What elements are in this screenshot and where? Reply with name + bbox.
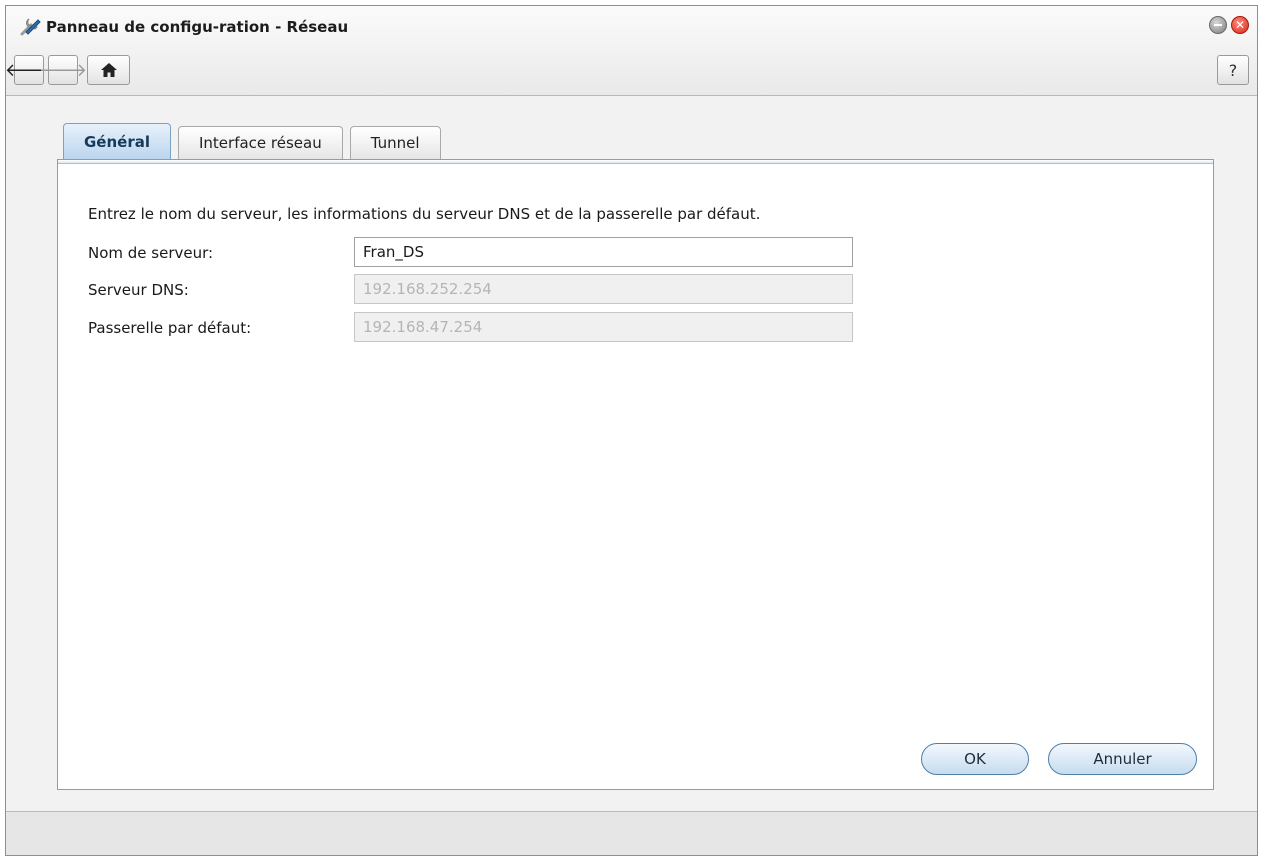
help-button[interactable]: ? bbox=[1217, 55, 1249, 85]
window-title: Panneau de configu-ration - Réseau bbox=[46, 18, 349, 36]
home-icon bbox=[100, 63, 117, 77]
panel-divider bbox=[58, 160, 1213, 164]
server-name-input[interactable] bbox=[354, 237, 853, 267]
gateway-label: Passerelle par défaut: bbox=[88, 319, 252, 337]
home-button[interactable] bbox=[87, 55, 130, 85]
tab-interface-reseau[interactable]: Interface réseau bbox=[178, 126, 343, 159]
tab-bar: Général Interface réseau Tunnel bbox=[63, 123, 448, 159]
tab-general[interactable]: Général bbox=[63, 123, 171, 159]
close-icon: ✕ bbox=[1234, 18, 1246, 32]
tools-icon bbox=[20, 18, 41, 36]
dns-server-input bbox=[354, 274, 853, 304]
general-panel: Entrez le nom du serveur, les informatio… bbox=[57, 159, 1214, 790]
cancel-button[interactable]: Annuler bbox=[1048, 743, 1197, 775]
ok-button[interactable]: OK bbox=[921, 743, 1029, 775]
gateway-input bbox=[354, 312, 853, 342]
dns-server-label: Serveur DNS: bbox=[88, 281, 189, 299]
intro-text: Entrez le nom du serveur, les informatio… bbox=[88, 205, 761, 223]
server-name-label: Nom de serveur: bbox=[88, 244, 214, 262]
forward-button[interactable]: 🡒 bbox=[39, 55, 87, 85]
content-area: Général Interface réseau Tunnel Entrez l… bbox=[6, 97, 1257, 814]
title-bar: Panneau de configu-ration - Réseau ✕ 🡐 🡒… bbox=[6, 6, 1257, 96]
close-button[interactable]: ✕ bbox=[1231, 16, 1249, 34]
minimize-icon bbox=[1214, 24, 1222, 26]
control-panel-window: Panneau de configu-ration - Réseau ✕ 🡐 🡒… bbox=[5, 5, 1258, 856]
status-bar bbox=[6, 811, 1257, 855]
tab-tunnel[interactable]: Tunnel bbox=[349, 126, 441, 159]
arrow-right-icon: 🡒 bbox=[38, 59, 88, 81]
minimize-button[interactable] bbox=[1209, 16, 1227, 34]
help-label: ? bbox=[1228, 60, 1238, 80]
